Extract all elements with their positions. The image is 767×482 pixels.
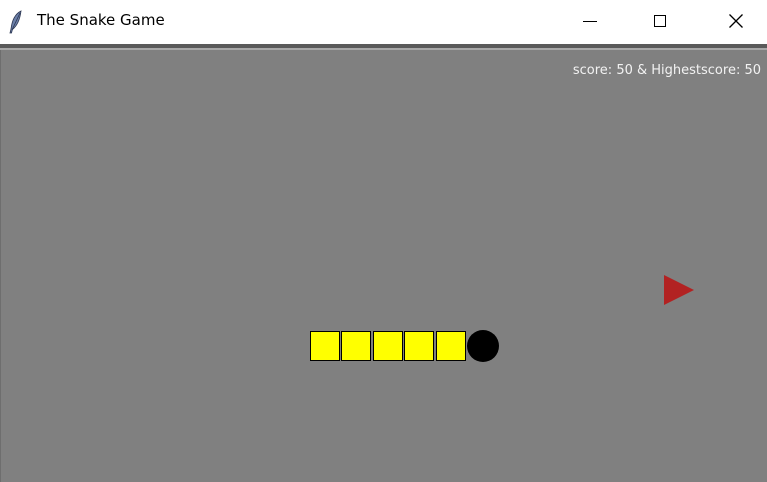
snake-body-segment — [310, 331, 340, 361]
close-button[interactable] — [713, 0, 759, 42]
snake-body-segment — [436, 331, 466, 361]
snake-head — [467, 330, 499, 362]
close-icon — [729, 14, 743, 28]
game-canvas[interactable]: score: 50 & Highestscore: 50 — [0, 50, 767, 482]
app-window: The Snake Game score: 50 & Highestscore:… — [0, 0, 767, 482]
snake-body-segment — [404, 331, 434, 361]
minimize-button[interactable] — [567, 0, 613, 42]
score-label: score: 50 & Highestscore: 50 — [572, 63, 761, 78]
snake-body-segment — [341, 331, 371, 361]
food-triangle-icon — [664, 275, 694, 305]
title-bar[interactable]: The Snake Game — [0, 0, 767, 44]
maximize-icon — [654, 15, 666, 27]
feather-icon — [9, 10, 22, 34]
maximize-button[interactable] — [637, 0, 683, 42]
snake-body-segment — [373, 331, 403, 361]
minimize-icon — [583, 20, 597, 22]
window-title: The Snake Game — [37, 11, 165, 29]
